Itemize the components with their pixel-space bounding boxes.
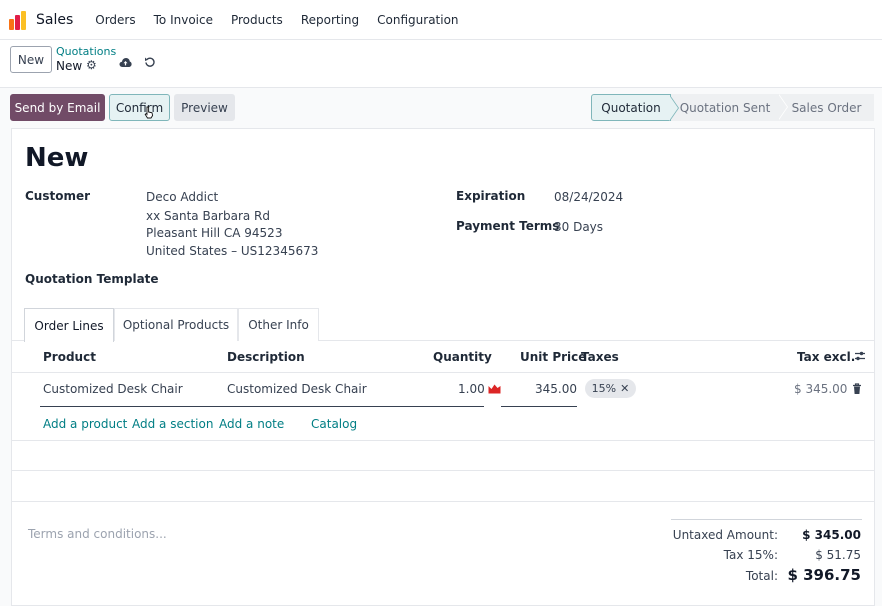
column-unit-price[interactable]: Unit Price	[520, 350, 586, 364]
tab-optional-products[interactable]: Optional Products	[114, 308, 238, 341]
add-section-link[interactable]: Add a section	[132, 417, 213, 431]
new-button[interactable]: New	[10, 46, 52, 73]
optional-columns-icon[interactable]	[854, 350, 866, 362]
nav-reporting[interactable]: Reporting	[301, 13, 359, 27]
line-unit-price[interactable]: 345.00	[535, 382, 577, 396]
stage-sales-order[interactable]: Sales Order	[779, 94, 874, 121]
tax-value: $ 51.75	[815, 548, 861, 562]
row-divider	[12, 470, 874, 471]
gear-icon[interactable]: ⚙	[86, 58, 97, 72]
customer-label: Customer	[25, 189, 91, 203]
quotation-template-label: Quotation Template	[25, 272, 159, 286]
payment-terms-label: Payment Terms	[456, 219, 560, 233]
catalog-link[interactable]: Catalog	[311, 417, 357, 431]
tax-badge[interactable]: 15% ✕	[585, 379, 636, 398]
app-name[interactable]: Sales	[36, 12, 73, 28]
column-taxes[interactable]: Taxes	[581, 350, 619, 364]
forecast-chart-icon[interactable]	[488, 383, 501, 394]
product-field-underline	[40, 406, 484, 407]
undo-icon[interactable]	[144, 56, 156, 72]
form-sheet: New Customer Deco Addict xx Santa Barbar…	[11, 128, 875, 606]
line-product[interactable]: Customized Desk Chair	[43, 382, 183, 396]
total-label: Total:	[745, 569, 778, 583]
hand-cursor-icon	[144, 106, 154, 119]
notebook-tabs: Order Lines Optional Products Other Info	[12, 308, 874, 342]
column-product[interactable]: Product	[43, 350, 96, 364]
total-value: $ 396.75	[787, 566, 861, 584]
nav-products[interactable]: Products	[231, 13, 283, 27]
terms-and-conditions-field[interactable]: Terms and conditions...	[28, 527, 167, 541]
price-field-underline	[501, 406, 577, 407]
customer-address-line-2: Pleasant Hill CA 94523	[146, 226, 283, 240]
preview-button[interactable]: Preview	[174, 94, 235, 121]
top-navbar: Sales Orders To Invoice Products Reporti…	[0, 0, 882, 40]
column-tax-excl[interactable]: Tax excl.	[797, 350, 855, 364]
payment-terms-field[interactable]: 30 Days	[554, 220, 603, 234]
status-bar: Quotation Quotation Sent Sales Order	[591, 94, 874, 121]
stage-quotation[interactable]: Quotation	[591, 94, 679, 121]
customer-name[interactable]: Deco Addict	[146, 190, 218, 204]
breadcrumb-quotations[interactable]: Quotations	[56, 45, 116, 58]
untaxed-amount-value: $ 345.00	[802, 528, 861, 542]
sales-app-icon[interactable]	[9, 10, 29, 30]
tab-other-info[interactable]: Other Info	[238, 308, 319, 341]
add-product-link[interactable]: Add a product	[43, 417, 127, 431]
column-quantity[interactable]: Quantity	[433, 350, 492, 364]
row-divider	[12, 501, 874, 502]
nav-orders[interactable]: Orders	[95, 13, 135, 27]
expiration-label: Expiration	[456, 189, 526, 203]
cloud-upload-icon[interactable]	[119, 57, 132, 71]
confirm-button[interactable]: Confirm	[109, 94, 170, 121]
row-divider	[12, 440, 874, 441]
header-divider	[12, 372, 874, 373]
column-description[interactable]: Description	[227, 350, 305, 364]
add-note-link[interactable]: Add a note	[219, 417, 284, 431]
trash-icon[interactable]	[852, 383, 862, 395]
expiration-field[interactable]: 08/24/2024	[554, 190, 623, 204]
line-tax-excl: $ 345.00	[794, 382, 848, 396]
remove-tax-icon[interactable]: ✕	[620, 382, 629, 395]
send-by-email-button[interactable]: Send by Email	[10, 94, 105, 121]
totals-divider	[671, 519, 862, 520]
line-description[interactable]: Customized Desk Chair	[227, 382, 367, 396]
untaxed-amount-label: Untaxed Amount:	[672, 528, 778, 542]
control-panel: New Quotations New ⚙	[0, 40, 882, 88]
customer-address-line-1: xx Santa Barbara Rd	[146, 209, 271, 223]
line-quantity[interactable]: 1.00	[458, 382, 485, 396]
nav-to-invoice[interactable]: To Invoice	[154, 13, 213, 27]
tab-order-lines[interactable]: Order Lines	[24, 308, 114, 342]
customer-address-line-3: United States – US12345673	[146, 244, 319, 258]
tax-label: Tax 15%:	[723, 548, 778, 562]
record-title: New	[25, 143, 89, 173]
nav-configuration[interactable]: Configuration	[377, 13, 458, 27]
breadcrumb-current: New	[56, 59, 83, 73]
stage-quotation-sent[interactable]: Quotation Sent	[671, 94, 788, 121]
